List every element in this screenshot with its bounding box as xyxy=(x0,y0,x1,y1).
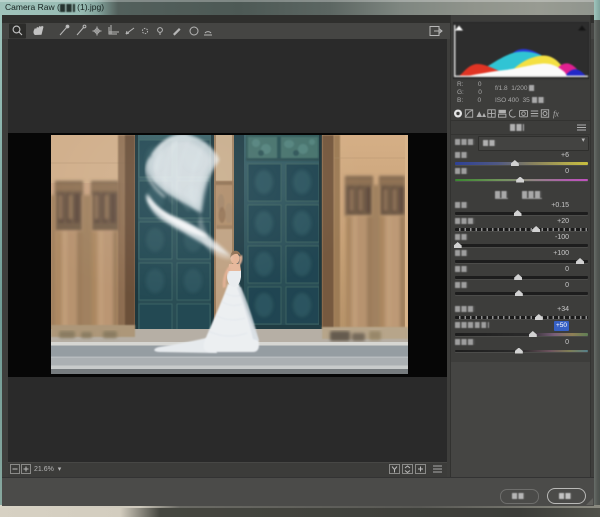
svg-text:fx: fx xyxy=(553,110,559,119)
